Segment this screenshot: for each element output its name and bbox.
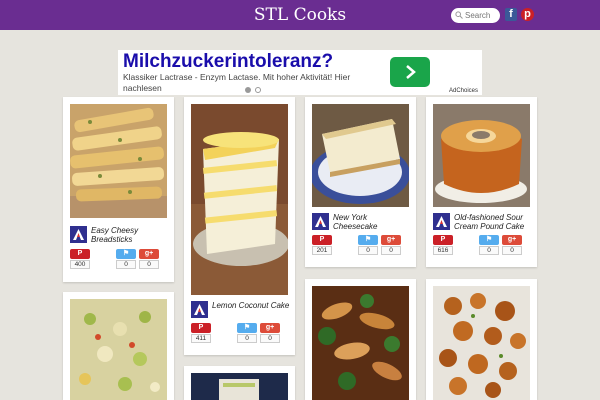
- pinterest-share[interactable]: P 400: [70, 249, 90, 269]
- recipe-card[interactable]: [63, 292, 174, 400]
- site-header: STL Cooks f p: [0, 0, 600, 30]
- plus-count: 0: [139, 260, 159, 269]
- google-plus-share[interactable]: g+ 0: [502, 235, 522, 255]
- author-avatar[interactable]: [433, 213, 450, 230]
- recipe-card[interactable]: [305, 279, 416, 400]
- chevron-right-icon: [406, 65, 416, 79]
- google-plus-icon[interactable]: g+: [381, 235, 401, 245]
- facebook-icon[interactable]: f: [505, 8, 517, 21]
- recipe-card[interactable]: Lemon Coconut Cake P 411 ⚑ 0 g+ 0: [184, 97, 295, 355]
- search-box[interactable]: [451, 8, 500, 23]
- ad-headline[interactable]: Milchzuckerintoleranz?: [123, 51, 333, 73]
- tweet-count: 0: [116, 260, 136, 269]
- google-plus-share[interactable]: g+ 0: [260, 323, 280, 343]
- recipe-card[interactable]: [426, 279, 537, 400]
- recipe-image[interactable]: [70, 104, 167, 218]
- recipe-image[interactable]: [312, 286, 409, 400]
- ad-open-button[interactable]: [390, 57, 430, 87]
- recipe-card[interactable]: Easy Cheesy Breadsticks P 400 ⚑ 0 g+ 0: [63, 97, 174, 282]
- carousel-dot[interactable]: [255, 87, 261, 93]
- tweet-count: 0: [358, 246, 378, 255]
- recipe-card[interactable]: Old-fashioned Sour Cream Pound Cake P 61…: [426, 97, 537, 267]
- recipe-title[interactable]: New York Cheesecake: [333, 213, 411, 231]
- recipe-title[interactable]: Old-fashioned Sour Cream Pound Cake: [454, 213, 532, 231]
- recipe-image[interactable]: [70, 299, 167, 400]
- pinterest-icon[interactable]: P: [191, 323, 211, 333]
- google-plus-icon[interactable]: g+: [139, 249, 159, 259]
- pinterest-share[interactable]: P 616: [433, 235, 453, 255]
- recipe-image[interactable]: [191, 104, 288, 295]
- recipe-image[interactable]: [433, 104, 530, 207]
- google-plus-icon[interactable]: g+: [502, 235, 522, 245]
- author-avatar[interactable]: [191, 301, 208, 318]
- author-avatar[interactable]: [70, 226, 87, 243]
- twitter-icon[interactable]: ⚑: [116, 249, 136, 259]
- pinterest-icon[interactable]: P: [70, 249, 90, 259]
- pinterest-share[interactable]: P 201: [312, 235, 332, 255]
- recipe-title[interactable]: Lemon Coconut Cake: [212, 301, 290, 310]
- ad-banner[interactable]: Milchzuckerintoleranz? Klassiker Lactras…: [118, 50, 482, 95]
- twitter-icon[interactable]: ⚑: [358, 235, 378, 245]
- ad-choices[interactable]: AdChoices: [449, 88, 478, 94]
- author-avatar[interactable]: [312, 213, 329, 230]
- tweet-count: 0: [479, 246, 499, 255]
- plus-count: 0: [502, 246, 522, 255]
- google-plus-share[interactable]: g+ 0: [381, 235, 401, 255]
- plus-count: 0: [381, 246, 401, 255]
- twitter-icon[interactable]: ⚑: [237, 323, 257, 333]
- pinterest-share[interactable]: P 411: [191, 323, 211, 343]
- google-plus-icon[interactable]: g+: [260, 323, 280, 333]
- search-icon: [455, 11, 463, 19]
- twitter-share[interactable]: ⚑ 0: [479, 235, 499, 255]
- pinterest-icon[interactable]: P: [433, 235, 453, 245]
- pin-count: 400: [70, 260, 90, 269]
- recipe-image[interactable]: [312, 104, 409, 207]
- tweet-count: 0: [237, 334, 257, 343]
- twitter-share[interactable]: ⚑ 0: [116, 249, 136, 269]
- twitter-icon[interactable]: ⚑: [479, 235, 499, 245]
- twitter-share[interactable]: ⚑ 0: [358, 235, 378, 255]
- google-plus-share[interactable]: g+ 0: [139, 249, 159, 269]
- recipe-image[interactable]: [191, 373, 288, 400]
- plus-count: 0: [260, 334, 280, 343]
- pin-count: 411: [191, 334, 211, 343]
- pinterest-icon[interactable]: p: [521, 8, 534, 21]
- recipe-card[interactable]: [184, 366, 295, 400]
- recipe-card[interactable]: New York Cheesecake P 201 ⚑ 0 g+ 0: [305, 97, 416, 267]
- pin-count: 616: [433, 246, 453, 255]
- pinterest-icon[interactable]: P: [312, 235, 332, 245]
- pin-count: 201: [312, 246, 332, 255]
- recipe-title[interactable]: Easy Cheesy Breadsticks: [91, 226, 169, 244]
- twitter-share[interactable]: ⚑ 0: [237, 323, 257, 343]
- search-input[interactable]: [465, 8, 498, 23]
- recipe-image[interactable]: [433, 286, 530, 400]
- carousel-dot-active[interactable]: [245, 87, 251, 93]
